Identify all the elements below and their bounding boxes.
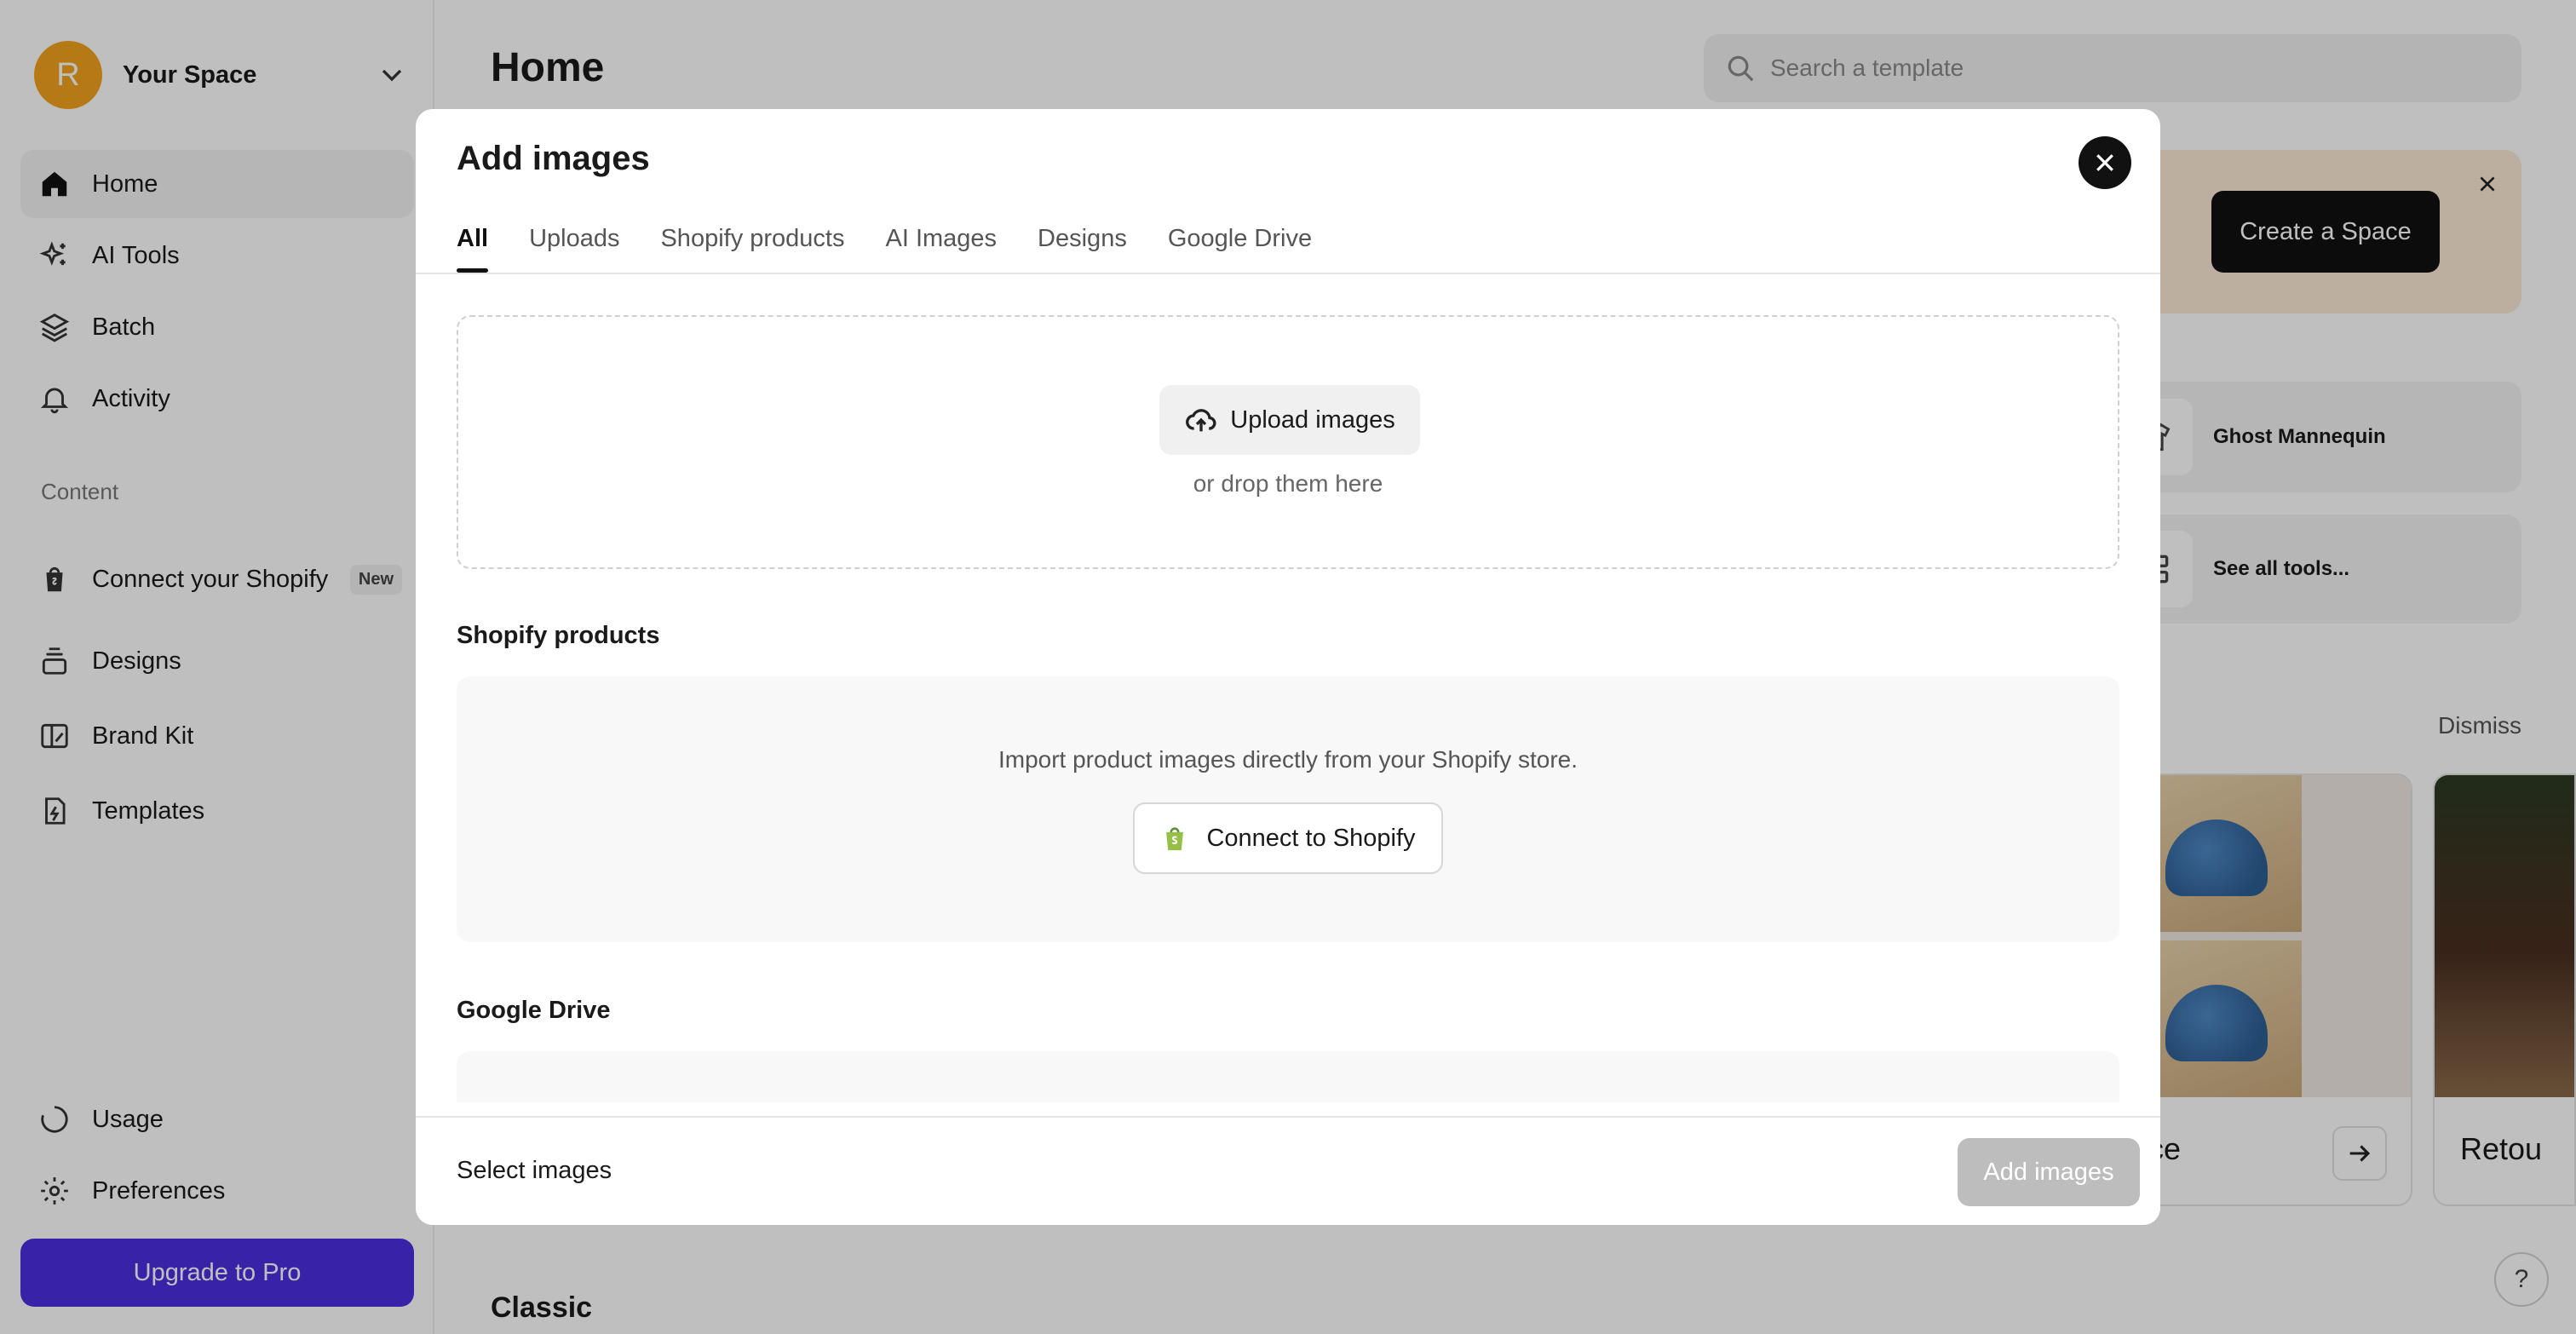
shopify-panel: Import product images directly from your… (457, 676, 2119, 942)
section-heading-shopify: Shopify products (457, 622, 660, 649)
connect-shopify-button[interactable]: Connect to Shopify (1133, 802, 1443, 874)
modal-footer: Select images Add images (416, 1116, 2160, 1225)
add-images-modal: Add images All Uploads Shopify products … (416, 109, 2160, 1225)
shopify-hint: Import product images directly from your… (998, 746, 1578, 773)
tab-shopify-products[interactable]: Shopify products (660, 220, 844, 273)
tab-ai-images[interactable]: AI Images (885, 220, 997, 273)
google-drive-panel (457, 1051, 2119, 1102)
cloud-upload-icon (1186, 409, 1216, 432)
upload-images-button[interactable]: Upload images (1159, 385, 1420, 455)
upload-button-label: Upload images (1230, 405, 1395, 434)
shopify-logo-icon (1166, 827, 1184, 851)
tab-uploads[interactable]: Uploads (529, 220, 619, 273)
tabs-divider (416, 273, 2160, 274)
section-heading-google-drive: Google Drive (457, 997, 611, 1024)
add-images-button[interactable]: Add images (1958, 1138, 2140, 1206)
select-images-label: Select images (457, 1157, 612, 1184)
connect-button-label: Connect to Shopify (1206, 824, 1416, 852)
modal-tabs: All Uploads Shopify products AI Images D… (457, 220, 1353, 273)
upload-dropzone[interactable]: Upload images or drop them here (457, 315, 2119, 569)
tab-designs[interactable]: Designs (1038, 220, 1127, 273)
tab-google-drive[interactable]: Google Drive (1168, 220, 1312, 273)
tab-all[interactable]: All (457, 220, 489, 273)
drop-hint: or drop them here (1193, 470, 1383, 497)
close-icon[interactable] (2079, 136, 2131, 189)
modal-title: Add images (457, 140, 650, 177)
